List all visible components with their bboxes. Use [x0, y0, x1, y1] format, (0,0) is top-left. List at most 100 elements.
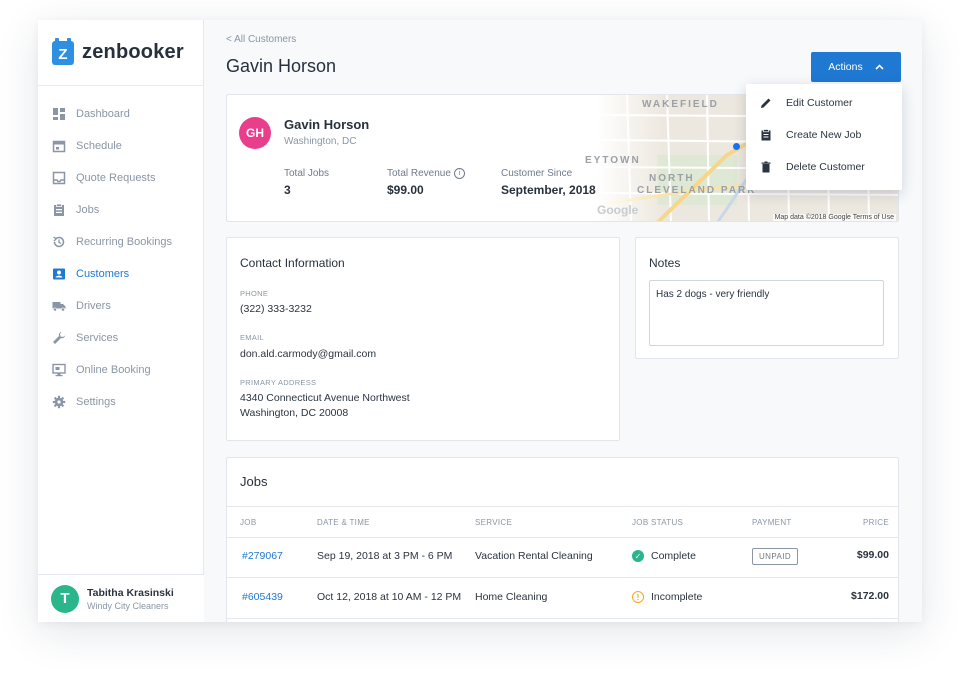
- column-header-job-status[interactable]: JOB STATUS: [632, 518, 683, 527]
- sidebar-item-quote-requests[interactable]: Quote Requests: [38, 162, 203, 194]
- dashboard-icon: [52, 107, 66, 121]
- divider: [227, 577, 898, 578]
- job-status: ! Incomplete: [632, 591, 702, 603]
- address-label: PRIMARY ADDRESS: [240, 378, 316, 387]
- gear-icon: [52, 395, 66, 409]
- sidebar: Z zenbooker Dashboard Schedule Quote Req…: [38, 20, 204, 622]
- divider: [227, 537, 898, 538]
- sidebar-item-label: Schedule: [76, 140, 122, 152]
- history-icon: [52, 235, 66, 249]
- stat-label: Customer Since: [501, 168, 596, 179]
- actions-menu: Edit Customer Create New Job Delete Cust…: [746, 84, 902, 190]
- menu-item-delete-customer[interactable]: Delete Customer: [746, 151, 902, 183]
- monitor-icon: [52, 363, 66, 377]
- stat-value: September, 2018: [501, 183, 596, 197]
- menu-item-edit-customer[interactable]: Edit Customer: [746, 87, 902, 119]
- jobs-header: Jobs: [227, 458, 898, 507]
- job-price: $99.00: [857, 549, 889, 561]
- stat-value: 3: [284, 183, 329, 197]
- sidebar-item-settings[interactable]: Settings: [38, 386, 203, 418]
- email-label: EMAIL: [240, 333, 264, 342]
- sidebar-item-dashboard[interactable]: Dashboard: [38, 98, 203, 130]
- job-id-link[interactable]: #605439: [242, 591, 283, 603]
- sidebar-item-label: Drivers: [76, 300, 111, 312]
- user-name: Tabitha Krasinski: [87, 587, 174, 599]
- column-header-payment[interactable]: PAYMENT: [752, 518, 792, 527]
- job-service: Home Cleaning: [475, 591, 547, 603]
- address-line-1: 4340 Connecticut Avenue Northwest: [240, 391, 410, 406]
- card-title: Contact Information: [240, 256, 345, 270]
- menu-item-create-new-job[interactable]: Create New Job: [746, 119, 902, 151]
- pencil-icon: [760, 97, 772, 109]
- sidebar-item-services[interactable]: Services: [38, 322, 203, 354]
- sidebar-item-schedule[interactable]: Schedule: [38, 130, 203, 162]
- user-company: Windy City Cleaners: [87, 601, 174, 611]
- customer-name: Gavin Horson: [284, 117, 369, 132]
- contact-information-card: Contact Information PHONE (322) 333-3232…: [226, 237, 620, 441]
- sidebar-item-label: Services: [76, 332, 118, 344]
- sidebar-item-label: Customers: [76, 268, 129, 280]
- map-credit[interactable]: Map data ©2018 Google Terms of Use: [773, 214, 896, 221]
- job-status-label: Incomplete: [651, 591, 702, 603]
- sidebar-item-label: Dashboard: [76, 108, 130, 120]
- column-header-service[interactable]: SERVICE: [475, 518, 512, 527]
- job-datetime: Oct 12, 2018 at 10 AM - 12 PM: [317, 591, 461, 603]
- wrench-icon: [52, 331, 66, 345]
- sidebar-item-drivers[interactable]: Drivers: [38, 290, 203, 322]
- column-header-job[interactable]: JOB: [240, 518, 256, 527]
- address-line-2: Washington, DC 20008: [240, 406, 348, 421]
- customer-location: Washington, DC: [284, 136, 356, 147]
- stat-total-jobs: Total Jobs 3: [284, 168, 329, 197]
- menu-item-label: Edit Customer: [786, 97, 853, 109]
- page-title: Gavin Horson: [226, 56, 336, 77]
- sidebar-item-label: Online Booking: [76, 364, 151, 376]
- sidebar-item-label: Quote Requests: [76, 172, 156, 184]
- calendar-icon: [52, 139, 66, 153]
- menu-item-label: Create New Job: [786, 129, 861, 141]
- stat-label: Total Jobs: [284, 168, 329, 179]
- info-icon[interactable]: i: [454, 168, 465, 179]
- google-watermark: Google: [597, 203, 638, 217]
- job-service: Vacation Rental Cleaning: [475, 550, 593, 562]
- sidebar-item-label: Settings: [76, 396, 116, 408]
- jobs-card: Jobs JOB DATE & TIME SERVICE JOB STATUS …: [226, 457, 899, 622]
- check-circle-icon: ✓: [632, 550, 644, 562]
- sidebar-item-recurring-bookings[interactable]: Recurring Bookings: [38, 226, 203, 258]
- notes-textarea[interactable]: Has 2 dogs - very friendly: [649, 280, 884, 346]
- sidebar-item-customers[interactable]: Customers: [38, 258, 203, 290]
- logo[interactable]: Z zenbooker: [38, 20, 203, 86]
- job-datetime: Sep 19, 2018 at 3 PM - 6 PM: [317, 550, 452, 562]
- stat-label-row: Total Revenue i: [387, 168, 465, 179]
- clipboard-icon: [52, 203, 66, 217]
- chevron-up-icon: [875, 62, 884, 72]
- column-header-date-time[interactable]: DATE & TIME: [317, 518, 370, 527]
- truck-icon: [52, 299, 66, 313]
- avatar: GH: [239, 117, 271, 149]
- column-header-price[interactable]: PRICE: [863, 518, 889, 527]
- map-label: CLEVELAND PARK: [637, 185, 756, 196]
- email-value[interactable]: don.ald.carmody@gmail.com: [240, 347, 376, 362]
- actions-button[interactable]: Actions: [811, 52, 901, 82]
- location-pin-icon: [733, 143, 740, 150]
- stat-total-revenue: Total Revenue i $99.00: [387, 168, 465, 197]
- map-label: EYTOWN: [585, 155, 641, 166]
- map-label: WAKEFIELD: [642, 99, 719, 110]
- trash-icon: [760, 161, 772, 173]
- phone-label: PHONE: [240, 289, 268, 298]
- phone-value[interactable]: (322) 333-3232: [240, 302, 312, 317]
- payment-badge: UNPAID: [752, 548, 798, 565]
- app-window: Z zenbooker Dashboard Schedule Quote Req…: [38, 20, 922, 622]
- job-id-link[interactable]: #279067: [242, 550, 283, 562]
- clipboard-icon: [760, 129, 772, 141]
- sidebar-item-jobs[interactable]: Jobs: [38, 194, 203, 226]
- back-link[interactable]: < All Customers: [226, 34, 296, 45]
- stat-customer-since: Customer Since September, 2018: [501, 168, 596, 197]
- user-info: Tabitha Krasinski Windy City Cleaners: [87, 587, 174, 611]
- notes-card: Notes Has 2 dogs - very friendly: [635, 237, 899, 359]
- current-user[interactable]: T Tabitha Krasinski Windy City Cleaners: [38, 574, 204, 622]
- contact-icon: [52, 267, 66, 281]
- stat-value: $99.00: [387, 183, 465, 197]
- app-name: zenbooker: [82, 41, 184, 64]
- job-status-label: Complete: [651, 550, 696, 562]
- sidebar-item-online-booking[interactable]: Online Booking: [38, 354, 203, 386]
